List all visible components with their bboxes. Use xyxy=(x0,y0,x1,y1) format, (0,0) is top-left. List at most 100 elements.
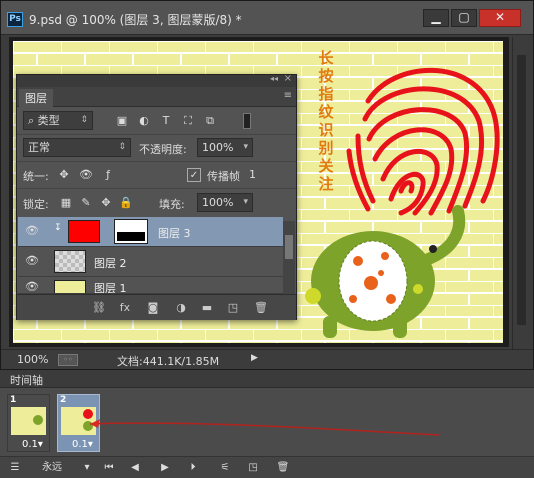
magnify-icon: ◦◦ xyxy=(58,354,78,366)
layers-scrollbar[interactable] xyxy=(283,221,295,296)
layer-thumbnail xyxy=(54,280,86,293)
collapse-icon[interactable]: ◂◂ xyxy=(270,74,278,83)
propagate-checkbox[interactable]: ✓ xyxy=(187,168,201,182)
visibility-eye-icon[interactable]: 👁 xyxy=(24,225,40,237)
caption-char: 关 xyxy=(318,157,334,175)
unify-label: 统一: xyxy=(23,170,49,183)
new-layer-icon[interactable]: ◳ xyxy=(225,300,241,316)
timeline-menu-icon[interactable]: ☰ xyxy=(8,461,22,475)
caption-char: 指 xyxy=(318,85,334,103)
shape-filter-icon[interactable]: ⛶ xyxy=(181,114,195,128)
close-button[interactable]: ✕ xyxy=(479,9,521,27)
add-mask-icon[interactable]: ◙ xyxy=(145,300,161,316)
visibility-eye-icon[interactable]: 👁 xyxy=(24,255,40,267)
close-icon: ✕ xyxy=(494,10,506,24)
loop-select[interactable]: 永远 xyxy=(42,461,82,475)
timeline-header: 时间轴 xyxy=(0,370,534,388)
chevron-updown-icon: ⇕ xyxy=(80,115,88,125)
blend-row: 正常 ⇕ 不透明度: 100% ▾ xyxy=(17,136,296,160)
maximize-button[interactable]: ▢ xyxy=(451,9,477,27)
caption-char: 按 xyxy=(318,67,334,85)
pixel-filter-icon[interactable]: ▣ xyxy=(115,114,129,128)
unify-position-icon[interactable]: ✥ xyxy=(57,168,71,182)
lock-label: 锁定: xyxy=(23,198,49,211)
minimize-icon: ▁ xyxy=(431,10,441,24)
vertical-scrollbar[interactable] xyxy=(512,37,530,349)
tab-timeline[interactable]: 时间轴 xyxy=(10,372,43,388)
caption-char: 纹 xyxy=(318,103,334,121)
panel-menu-icon[interactable]: ≡ xyxy=(284,90,292,101)
layer-thumbnail xyxy=(68,220,100,243)
vertical-caption-text: 长 按 指 纹 识 别 关 注 xyxy=(315,49,337,193)
delete-layer-icon[interactable]: 🗑 xyxy=(253,300,269,316)
frame-delay[interactable]: 0.1▾ xyxy=(22,439,43,450)
link-icon: ↧ xyxy=(54,223,62,233)
minimize-button[interactable]: ▁ xyxy=(423,9,449,27)
layer-style-icon[interactable]: fx xyxy=(117,300,133,316)
smart-object-filter-icon[interactable]: ⧉ xyxy=(203,114,217,128)
unify-style-icon[interactable]: ƒ xyxy=(101,168,115,182)
animation-frame[interactable]: 1 0.1▾ xyxy=(7,394,50,452)
chevron-down-icon[interactable]: ▾ xyxy=(82,461,92,475)
filter-kind-value: 类型 xyxy=(37,114,60,127)
document-window: Ps 9.psd @ 100% (图层 3, 图层蒙版/8) * ▁ ▢ ✕ 长… xyxy=(0,0,534,370)
fill-input[interactable]: 100% ▾ xyxy=(197,193,253,212)
adjustment-layer-icon[interactable]: ◑ xyxy=(173,300,189,316)
play-icon[interactable]: ▶ xyxy=(158,461,172,475)
zoom-level[interactable]: 100% xyxy=(17,353,48,366)
tab-layers[interactable]: 图层 xyxy=(19,89,53,107)
blend-mode-value: 正常 xyxy=(28,141,50,154)
tween-icon[interactable]: ⚟ xyxy=(218,461,232,475)
layer-name[interactable]: 图层 1 xyxy=(94,280,127,293)
unify-visibility-icon[interactable]: 👁 xyxy=(79,168,93,182)
frame-number: 1 xyxy=(10,395,17,405)
divider xyxy=(17,188,296,189)
lock-brush-icon[interactable]: ✎ xyxy=(79,196,93,210)
lock-all-icon[interactable]: 🔒 xyxy=(119,196,133,210)
filter-row: ⌕ 类型 ⇕ ▣ ◐ T ⛶ ⧉ xyxy=(17,108,296,134)
caption-char: 注 xyxy=(318,175,334,193)
status-menu-arrow-icon[interactable]: ▶ xyxy=(251,353,258,363)
lock-row: 锁定: ▦ ✎ ✥ 🔒 填充: 100% ▾ xyxy=(17,190,296,216)
layer-row[interactable]: 👁 ↧ 图层 3 xyxy=(18,217,283,247)
layer-row[interactable]: 👁 图层 2 xyxy=(18,247,283,277)
title-bar: Ps 9.psd @ 100% (图层 3, 图层蒙版/8) * ▁ ▢ ✕ xyxy=(1,1,533,35)
timeline-panel: 时间轴 1 0.1▾ 2 0.1▾ ☰ 永远 ▾ ⏮ ◀︎ ▶ ⏵ ⚟ ◳ 🗑 xyxy=(0,370,534,478)
chevron-updown-icon: ⇕ xyxy=(118,142,126,152)
delete-frame-icon[interactable]: 🗑 xyxy=(276,461,290,475)
opacity-input[interactable]: 100% ▾ xyxy=(197,138,253,157)
frame-delay[interactable]: 0.1▾ xyxy=(72,439,93,450)
status-bar: 100% ◦◦ 文档:441.1K/1.85M ▶ xyxy=(1,349,533,369)
visibility-eye-icon[interactable]: 👁 xyxy=(24,281,40,293)
link-layers-icon[interactable]: ⛓ xyxy=(91,300,107,316)
opacity-label: 不透明度: xyxy=(139,143,187,156)
layer-name[interactable]: 图层 2 xyxy=(94,255,127,271)
type-filter-icon[interactable]: T xyxy=(159,114,173,128)
chevron-down-icon: ▾ xyxy=(243,142,248,152)
previous-frame-icon[interactable]: ◀︎ xyxy=(128,461,142,475)
filter-toggle-icon[interactable] xyxy=(243,113,251,129)
new-group-icon[interactable]: ▬ xyxy=(199,300,215,316)
first-frame-icon[interactable]: ⏮ xyxy=(102,461,116,475)
panel-close-icon[interactable]: × xyxy=(284,73,292,84)
layer-mask-thumbnail[interactable] xyxy=(114,219,148,244)
lock-move-icon[interactable]: ✥ xyxy=(99,196,113,210)
duplicate-frame-icon[interactable]: ◳ xyxy=(246,461,260,475)
propagate-label: 传播帧 xyxy=(207,170,240,183)
lock-transparent-icon[interactable]: ▦ xyxy=(59,196,73,210)
frame-number: 2 xyxy=(60,395,67,405)
next-frame-icon[interactable]: ⏵ xyxy=(186,461,200,475)
unify-row: 统一: ✥ 👁 ƒ ✓ 传播帧 1 xyxy=(17,163,296,187)
scroll-thumb[interactable] xyxy=(285,235,293,259)
fill-label: 填充: xyxy=(159,198,185,211)
adjustment-filter-icon[interactable]: ◐ xyxy=(137,114,151,128)
layer-row[interactable]: 👁 图层 1 xyxy=(18,277,283,294)
scroll-thumb[interactable] xyxy=(517,55,526,325)
opacity-value: 100% xyxy=(202,141,234,154)
caption-char: 识 xyxy=(318,121,334,139)
blend-mode-select[interactable]: 正常 ⇕ xyxy=(23,138,131,157)
photoshop-app-icon: Ps xyxy=(7,12,23,27)
layer-name[interactable]: 图层 3 xyxy=(158,225,191,241)
filter-kind-select[interactable]: ⌕ 类型 ⇕ xyxy=(23,111,93,130)
maximize-icon: ▢ xyxy=(458,10,470,24)
